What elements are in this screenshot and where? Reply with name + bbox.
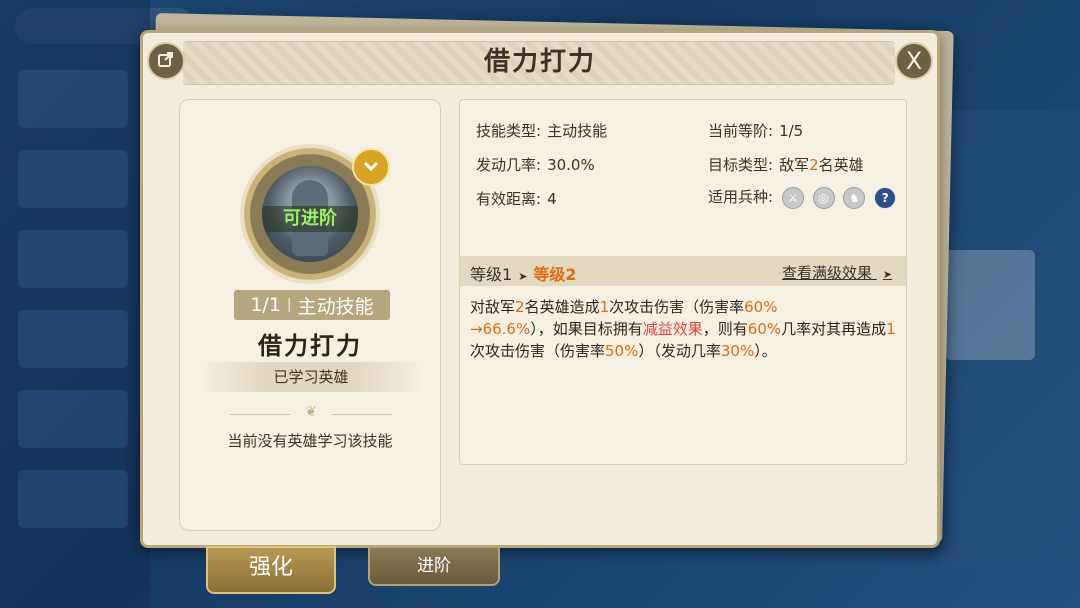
target-icon[interactable]: ◎ xyxy=(812,186,835,209)
info-current-rank: 当前等阶: 1/5 xyxy=(708,120,803,141)
skill-type: 主动技能 xyxy=(297,295,374,318)
desc-number: 60% xyxy=(744,298,778,316)
question-icon[interactable]: ? xyxy=(874,186,897,209)
desc-text: 名英雄造成 xyxy=(524,298,600,316)
skill-description: 对敌军2名英雄造成1次攻击伤害（伤害率60% →66.6%），如果目标拥有减益效果… xyxy=(470,296,898,362)
info-value: 敌军 xyxy=(779,156,810,174)
desc-number: →66.6% xyxy=(470,320,531,338)
info-value: 1/5 xyxy=(779,122,804,140)
view-max-level-label: 查看满级效果 xyxy=(781,264,872,282)
view-max-level-link[interactable]: 查看满级效果 ➤ xyxy=(782,262,898,283)
info-target-type: 目标类型: 敌军2名英雄 xyxy=(708,154,864,175)
skill-level-pill: 1/1 | 主动技能 xyxy=(234,290,390,320)
pill-separator: | xyxy=(286,297,292,313)
level-comparison: 等级1 ➤ 等级2 xyxy=(470,261,577,285)
info-label: 目标类型: xyxy=(708,156,774,174)
desc-text: 对敌军 xyxy=(470,298,516,316)
info-unit-types: 适用兵种: ⚔ ◎ ♞ ? xyxy=(708,186,897,209)
skill-portrait-image: 可进阶 xyxy=(262,166,358,262)
desc-text: 次攻击伤害（伤害率 xyxy=(470,342,606,360)
desc-number: 1 xyxy=(599,298,610,316)
info-value: 30.0% xyxy=(547,156,595,174)
info-value-number: 2 xyxy=(809,156,819,174)
info-label: 适用兵种: xyxy=(708,188,774,206)
skill-name: 借力打力 xyxy=(258,332,362,360)
background-hero-card xyxy=(945,250,1035,360)
info-value: 主动技能 xyxy=(547,122,608,140)
desc-number: 30% xyxy=(720,342,755,360)
info-label: 技能类型: xyxy=(476,122,542,140)
desc-number: 2 xyxy=(515,298,525,316)
skill-detail-dialog: 借力打力 X 可进阶 1/1 | 主动技能 借力打力 已学习英雄 ❦ 当前没有英… xyxy=(140,30,940,548)
close-icon: X xyxy=(905,47,923,75)
sword-icon[interactable]: ⚔ xyxy=(781,186,804,209)
info-label: 有效距离: xyxy=(476,190,542,208)
learned-heroes-heading: 已学习英雄 xyxy=(198,362,424,392)
info-range: 有效距离: 4 xyxy=(476,188,557,209)
desc-number: 60% xyxy=(747,320,782,338)
desc-text: 次攻击伤害（伤害率 xyxy=(609,298,745,316)
current-level: 等级1 xyxy=(470,265,513,284)
close-button[interactable]: X xyxy=(895,42,933,80)
desc-text: 几率对其再造成 xyxy=(781,320,887,338)
info-value-suffix: 名英雄 xyxy=(818,156,864,174)
desc-number: 1 xyxy=(886,320,896,338)
info-skill-type: 技能类型: 主动技能 xyxy=(476,120,607,141)
info-label: 当前等阶: xyxy=(708,122,774,140)
skill-info-card: 技能类型: 主动技能 当前等阶: 1/5 发动几率: 30.0% 目标类型: 敌军2名英… xyxy=(459,99,907,465)
dialog-title: 借力打力 xyxy=(483,47,596,77)
tab-strengthen[interactable]: 强化 xyxy=(206,546,336,594)
ornament-divider: ❦ xyxy=(230,404,392,424)
level-arrow-icon: ➤ xyxy=(518,270,528,283)
horse-icon[interactable]: ♞ xyxy=(843,186,866,209)
desc-text: ），如果目标拥有 xyxy=(530,320,643,338)
advance-available-label: 可进阶 xyxy=(262,206,358,232)
no-hero-message: 当前没有英雄学习该技能 xyxy=(227,432,393,450)
info-value: 4 xyxy=(547,190,557,208)
tab-advance[interactable]: 进阶 xyxy=(368,546,500,586)
desc-text: ）（发动几率 xyxy=(638,342,721,360)
chevron-down-icon[interactable] xyxy=(352,148,390,186)
chevron-right-icon: ➤ xyxy=(882,268,892,281)
skill-summary-card: 可进阶 1/1 | 主动技能 借力打力 已学习英雄 ❦ 当前没有英雄学习该技能 xyxy=(179,99,441,531)
share-icon xyxy=(157,50,175,72)
next-level: 等级2 xyxy=(533,265,577,284)
info-trigger-rate: 发动几率: 30.0% xyxy=(476,154,595,175)
desc-debuff: 减益效果 xyxy=(642,320,703,338)
skill-level: 1/1 xyxy=(250,294,281,316)
info-label: 发动几率: xyxy=(476,156,542,174)
share-button[interactable] xyxy=(147,42,185,80)
background-sidebar xyxy=(0,0,150,608)
level-comparison-bar: 等级1 ➤ 等级2 查看满级效果 ➤ xyxy=(460,256,906,286)
desc-text: ）。 xyxy=(754,342,777,360)
desc-number: 50% xyxy=(605,342,639,360)
desc-text: ，则有 xyxy=(702,320,748,338)
